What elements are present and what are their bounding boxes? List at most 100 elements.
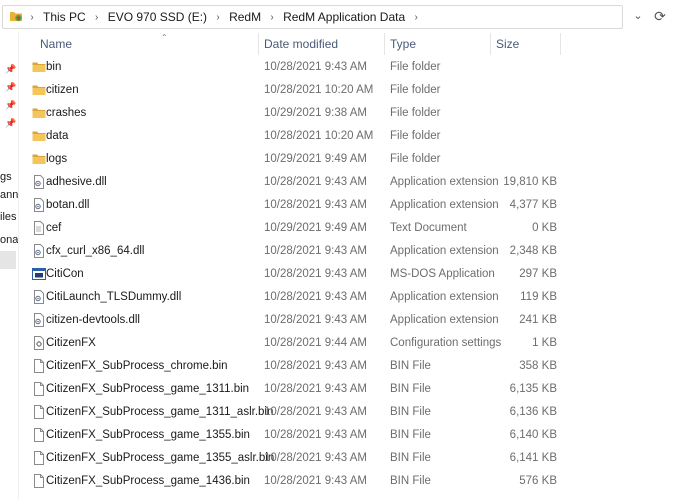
file-icon [34, 474, 44, 488]
nav-item-fragment[interactable]: iles [0, 211, 17, 223]
file-size: 4,377 KB [509, 199, 557, 211]
nav-item-fragment[interactable]: gs [0, 171, 12, 183]
file-name: botan.dll [46, 199, 90, 211]
chevron-right-icon[interactable]: › [90, 12, 104, 23]
file-row[interactable]: bin 10/28/2021 9:43 AM File folder [18, 56, 578, 79]
file-type: Application extension [390, 176, 499, 188]
chevron-down-icon[interactable]: ⌄ [630, 7, 646, 25]
nav-item-selected[interactable] [0, 251, 16, 269]
pin-icon[interactable]: 📌 [5, 100, 16, 110]
file-date-modified: 10/28/2021 9:43 AM [264, 429, 367, 441]
file-type: Application extension [390, 199, 499, 211]
file-size: 0 KB [532, 222, 557, 234]
chevron-right-icon[interactable]: › [25, 12, 39, 23]
file-row[interactable]: citizen-devtools.dll 10/28/2021 9:43 AM Ap… [18, 309, 578, 332]
file-type: Text Document [390, 222, 467, 234]
file-date-modified: 10/28/2021 9:44 AM [264, 337, 367, 349]
file-type: BIN File [390, 360, 431, 372]
file-size: 2,348 KB [509, 245, 557, 257]
file-row[interactable]: CitiCon 10/28/2021 9:43 AM MS-DOS Applicat… [18, 263, 578, 286]
file-date-modified: 10/28/2021 10:20 AM [264, 84, 374, 96]
file-name: cef [46, 222, 62, 234]
file-name: data [46, 130, 69, 142]
file-icon [34, 428, 44, 442]
pin-icon[interactable]: 📌 [5, 82, 16, 92]
column-type-header[interactable]: Type [385, 33, 491, 55]
file-row[interactable]: citizen 10/28/2021 10:20 AM File folder [18, 79, 578, 102]
file-row[interactable]: logs 10/29/2021 9:49 AM File folder [18, 148, 578, 171]
dll-icon [34, 198, 44, 212]
file-row[interactable]: CitiLaunch_TLSDummy.dll 10/28/2021 9:43 A… [18, 286, 578, 309]
column-size-header[interactable]: Size [491, 33, 561, 55]
folder-icon [32, 154, 46, 164]
file-type: File folder [390, 130, 441, 142]
breadcrumb-item[interactable]: RedM [225, 10, 265, 24]
file-type: Application extension [390, 314, 499, 326]
file-date-modified: 10/28/2021 9:43 AM [264, 406, 367, 418]
dll-icon [34, 175, 44, 189]
folder-icon [32, 85, 46, 95]
file-row[interactable]: adhesive.dll 10/28/2021 9:43 AM Applicatio… [18, 171, 578, 194]
pin-icon[interactable]: 📌 [5, 118, 16, 128]
file-type: Configuration settings [390, 337, 502, 349]
address-bar[interactable]: › This PC › EVO 970 SSD (E:) › RedM › RedM Appl… [2, 5, 623, 29]
file-name: bin [46, 61, 62, 73]
file-row[interactable]: CitizenFX_SubProcess_game_1355_aslr.bin 1… [18, 447, 578, 470]
folder-icon [32, 131, 46, 141]
file-row[interactable]: CitizenFX_SubProcess_game_1311.bin 10/28/… [18, 378, 578, 401]
file-row[interactable]: CitizenFX_SubProcess_chrome.bin 10/28/202… [18, 355, 578, 378]
breadcrumb-item[interactable]: RedM Application Data [279, 10, 409, 24]
breadcrumb-item[interactable]: This PC [39, 10, 90, 24]
file-row[interactable]: CitizenFX_SubProcess_game_1355.bin 10/28/… [18, 424, 578, 447]
file-row[interactable]: cef 10/29/2021 9:49 AM Text Document 0 KB [18, 217, 578, 240]
file-date-modified: 10/28/2021 9:43 AM [264, 268, 367, 280]
file-row[interactable]: data 10/28/2021 10:20 AM File folder [18, 125, 578, 148]
pin-icon[interactable]: 📌 [5, 64, 16, 74]
file-type: BIN File [390, 406, 431, 418]
text-document-icon [34, 221, 44, 235]
chevron-right-icon[interactable]: › [409, 12, 423, 23]
file-icon [34, 382, 44, 396]
nav-item-fragment[interactable]: onal [0, 234, 18, 246]
file-row[interactable]: CitizenFX 10/28/2021 9:44 AM Configuration… [18, 332, 578, 355]
file-name: CitizenFX_SubProcess_chrome.bin [46, 360, 228, 372]
file-type: Application extension [390, 245, 499, 257]
file-type: File folder [390, 153, 441, 165]
chevron-right-icon[interactable]: › [265, 12, 279, 23]
file-icon [34, 405, 44, 419]
column-date-header[interactable]: Date modified [259, 33, 385, 55]
file-type: Application extension [390, 291, 499, 303]
dll-icon [34, 313, 44, 327]
breadcrumb-item[interactable]: EVO 970 SSD (E:) [104, 10, 211, 24]
file-row[interactable]: cfx_curl_x86_64.dll 10/28/2021 9:43 AM App… [18, 240, 578, 263]
file-name: CitizenFX_SubProcess_game_1311_aslr.bin [46, 406, 274, 418]
refresh-icon[interactable]: ⟳ [652, 7, 668, 25]
file-date-modified: 10/28/2021 9:43 AM [264, 199, 367, 211]
file-date-modified: 10/28/2021 9:43 AM [264, 475, 367, 487]
nav-item-fragment[interactable]: anne [0, 189, 18, 201]
file-size: 576 KB [519, 475, 557, 487]
file-row[interactable]: crashes 10/29/2021 9:38 AM File folder [18, 102, 578, 125]
column-name-header[interactable]: Name [35, 33, 259, 55]
file-size: 1 KB [532, 337, 557, 349]
file-type: BIN File [390, 452, 431, 464]
file-name: CitiCon [46, 268, 84, 280]
file-size: 6,136 KB [509, 406, 557, 418]
app-window-icon [32, 268, 46, 280]
file-date-modified: 10/28/2021 9:43 AM [264, 245, 367, 257]
chevron-right-icon[interactable]: › [211, 12, 225, 23]
file-size [494, 56, 557, 79]
file-name: citizen-devtools.dll [46, 314, 140, 326]
dll-icon [34, 290, 44, 304]
file-row[interactable]: botan.dll 10/28/2021 9:43 AM Application e… [18, 194, 578, 217]
file-name: CitiLaunch_TLSDummy.dll [46, 291, 182, 303]
file-type: File folder [390, 61, 441, 73]
file-size [494, 148, 557, 171]
file-row[interactable]: CitizenFX_SubProcess_game_1311_aslr.bin 1… [18, 401, 578, 424]
file-type: BIN File [390, 429, 431, 441]
file-row[interactable]: CitizenFX_SubProcess_game_1436.bin 10/28/… [18, 470, 578, 493]
file-name: adhesive.dll [46, 176, 107, 188]
file-size [494, 102, 557, 125]
file-size: 358 KB [519, 360, 557, 372]
file-size: 241 KB [519, 314, 557, 326]
